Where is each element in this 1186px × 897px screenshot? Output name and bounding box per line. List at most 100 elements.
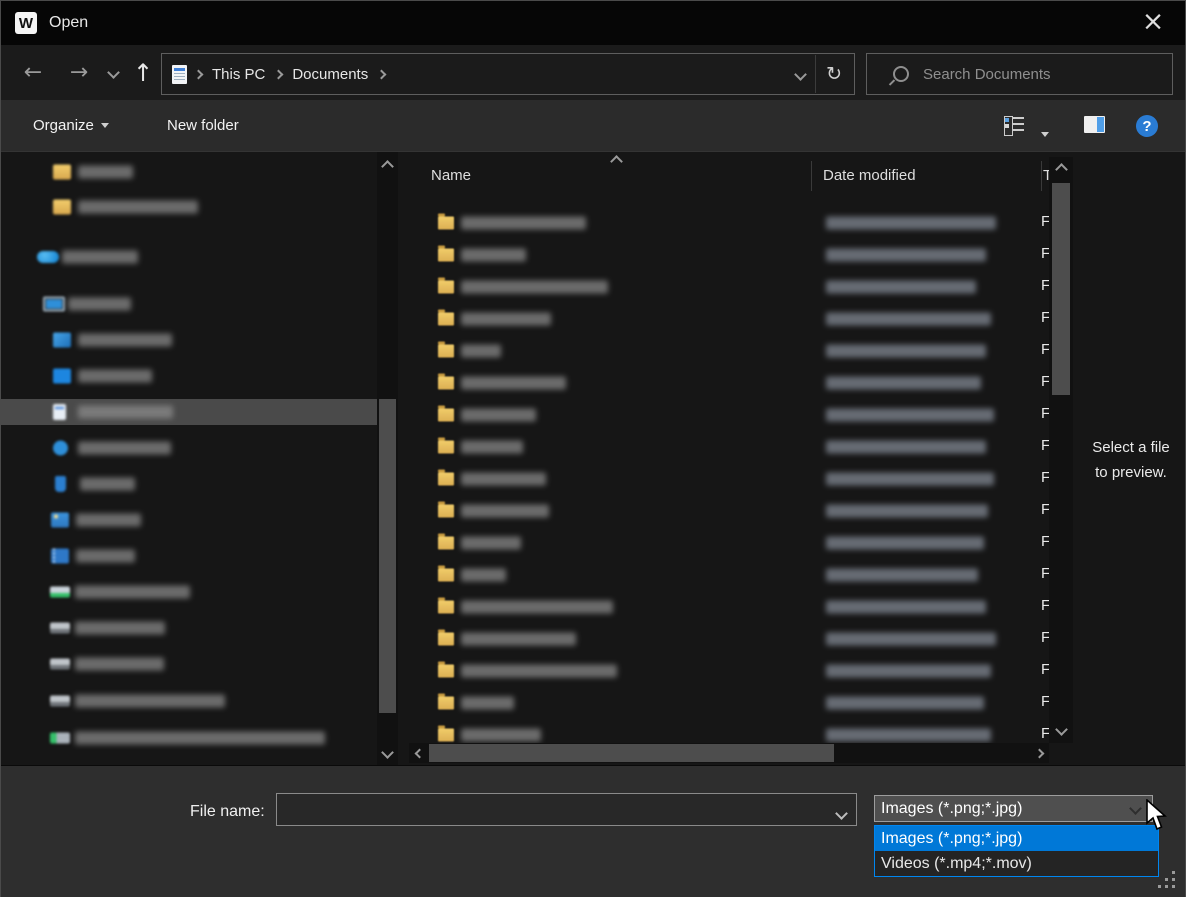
file-list-row[interactable]: F	[409, 623, 1049, 655]
type-cell: F	[1041, 533, 1049, 550]
file-list-row[interactable]: F	[409, 207, 1049, 239]
h-scrollbar-thumb[interactable]	[429, 744, 834, 762]
close-icon[interactable]: ×	[1137, 7, 1169, 39]
scroll-down-icon[interactable]	[1049, 721, 1073, 738]
file-list-row[interactable]: F	[409, 431, 1049, 463]
footer: File name: Images (*.png;*.jpg) Images (…	[1, 765, 1185, 897]
file-name-dropdown-chevron-icon[interactable]	[837, 805, 846, 823]
scroll-down-icon[interactable]	[377, 744, 398, 761]
file-type-option-videos[interactable]: Videos (*.mp4;*.mov)	[875, 851, 1158, 876]
views-dropdown-caret-icon[interactable]	[1041, 124, 1049, 141]
type-cell: F	[1041, 469, 1049, 486]
file-list-row[interactable]: F	[409, 495, 1049, 527]
onedrive-icon	[37, 251, 59, 263]
column-header-date-modified[interactable]: Date modified	[823, 167, 916, 184]
preview-pane-icon[interactable]	[1084, 116, 1105, 133]
sidebar-item-drive[interactable]	[1, 651, 377, 677]
redacted-file-name	[461, 409, 536, 422]
sidebar-item-downloads[interactable]	[1, 435, 377, 461]
file-list-row[interactable]: F	[409, 271, 1049, 303]
file-list-row[interactable]: F	[409, 719, 1049, 743]
navigation-bar: ← → ↑ This PC Documents ↻	[1, 45, 1185, 100]
forward-icon[interactable]: →	[63, 45, 95, 100]
file-type-option-images[interactable]: Images (*.png;*.jpg)	[875, 826, 1158, 851]
sidebar-item-desktop[interactable]	[1, 363, 377, 389]
scroll-right-icon[interactable]	[1031, 743, 1047, 763]
redacted-label	[78, 166, 133, 179]
breadcrumb-documents[interactable]: Documents	[282, 54, 378, 94]
music-icon	[55, 476, 66, 492]
redacted-label	[62, 251, 138, 264]
videos-icon	[51, 549, 69, 564]
scroll-up-icon[interactable]	[377, 158, 398, 175]
resize-grip-icon[interactable]	[1172, 885, 1175, 888]
sidebar-scrollbar-thumb[interactable]	[379, 399, 396, 713]
organize-button[interactable]: Organize	[33, 100, 109, 151]
redacted-label	[75, 695, 225, 708]
redacted-file-name	[461, 313, 551, 326]
file-list-row[interactable]: F	[409, 527, 1049, 559]
search-input[interactable]	[921, 65, 1172, 84]
file-list-row[interactable]: F	[409, 399, 1049, 431]
redacted-date-modified	[826, 377, 981, 390]
details-view-icon[interactable]	[1004, 117, 1024, 134]
redacted-file-name	[461, 665, 617, 678]
help-icon[interactable]: ?	[1136, 115, 1158, 137]
sidebar-item-videos[interactable]	[1, 543, 377, 569]
back-icon[interactable]: ←	[17, 45, 49, 100]
list-vertical-scrollbar[interactable]	[1049, 157, 1073, 743]
folder-icon	[53, 165, 71, 180]
file-type-select[interactable]: Images (*.png;*.jpg)	[874, 795, 1153, 822]
titlebar[interactable]: W Open ×	[1, 1, 1185, 45]
sidebar-item-local-disk[interactable]	[1, 579, 377, 605]
list-scrollbar-thumb[interactable]	[1052, 183, 1070, 395]
sidebar-item-drive[interactable]	[1, 615, 377, 641]
type-cell: F	[1041, 437, 1049, 454]
list-horizontal-scrollbar[interactable]	[409, 743, 1049, 763]
sidebar-item-network-drive[interactable]	[1, 725, 377, 751]
search-box[interactable]	[866, 53, 1173, 95]
sidebar-scrollbar[interactable]	[377, 152, 398, 765]
file-list-row[interactable]: F	[409, 367, 1049, 399]
sidebar-item-drive[interactable]	[1, 688, 377, 714]
scroll-left-icon[interactable]	[411, 743, 427, 763]
folder-icon	[438, 601, 454, 614]
redacted-file-name	[461, 569, 506, 582]
refresh-icon[interactable]: ↻	[826, 63, 842, 85]
breadcrumb-this-pc[interactable]: This PC	[202, 54, 275, 94]
file-list-row[interactable]: F	[409, 335, 1049, 367]
redacted-file-name	[461, 473, 546, 486]
up-icon[interactable]: ↑	[129, 45, 157, 100]
file-list-row[interactable]: F	[409, 591, 1049, 623]
file-type-chevron-icon	[1129, 802, 1142, 815]
recent-locations-chevron-icon[interactable]	[101, 45, 125, 100]
sidebar-item-onedrive[interactable]	[1, 244, 377, 270]
address-bar[interactable]: This PC Documents ↻	[161, 53, 855, 95]
sidebar-item-this-pc[interactable]	[1, 291, 377, 317]
redacted-file-name	[461, 505, 549, 518]
sidebar-item-pictures[interactable]	[1, 507, 377, 533]
file-list-row[interactable]: F	[409, 239, 1049, 271]
file-name-input[interactable]	[277, 794, 856, 825]
file-list-row[interactable]: F	[409, 559, 1049, 591]
file-list-row[interactable]: F	[409, 687, 1049, 719]
redacted-label	[78, 334, 172, 347]
type-cell: F	[1041, 597, 1049, 614]
file-name-combo	[276, 793, 857, 826]
sidebar-item-3d-objects[interactable]	[1, 327, 377, 353]
scroll-up-icon[interactable]	[1049, 161, 1073, 178]
file-list-row[interactable]: F	[409, 463, 1049, 495]
sidebar-item-folder[interactable]	[1, 159, 377, 185]
file-list-row[interactable]: F	[409, 303, 1049, 335]
file-list-row[interactable]: F	[409, 655, 1049, 687]
redacted-date-modified	[826, 569, 978, 582]
sidebar-item-documents[interactable]	[1, 399, 377, 425]
new-folder-button[interactable]: New folder	[167, 100, 239, 151]
sidebar-item-folder[interactable]	[1, 194, 377, 220]
type-cell: F	[1041, 373, 1049, 390]
address-dropdown-chevron-icon[interactable]	[794, 68, 807, 81]
column-header-name[interactable]: Name	[431, 167, 471, 184]
sidebar-item-music[interactable]	[1, 471, 377, 497]
type-cell: F	[1041, 693, 1049, 710]
redacted-date-modified	[826, 409, 994, 422]
